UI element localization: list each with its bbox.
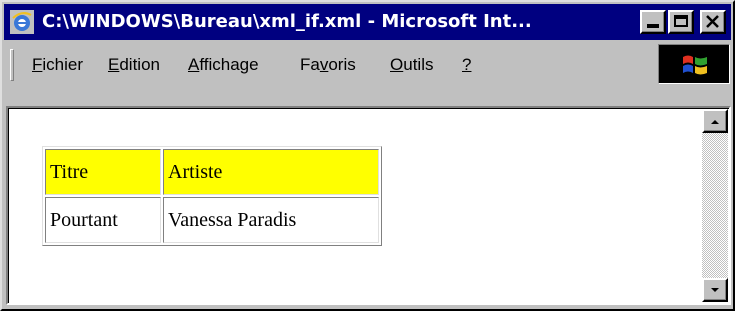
menu-label: utils — [403, 55, 434, 74]
header-cell-artiste: Artiste — [163, 149, 379, 195]
scroll-up-button[interactable] — [702, 109, 728, 133]
page-viewport: Titre Artiste Pourtant Vanessa Paradis — [9, 109, 701, 302]
menu-label: ffichage — [199, 55, 259, 74]
menu-label: oris — [328, 55, 356, 74]
header-cell-titre: Titre — [45, 149, 161, 195]
document-area: Titre Artiste Pourtant Vanessa Paradis — [6, 106, 731, 305]
minimize-icon — [647, 24, 659, 28]
close-button[interactable] — [700, 10, 726, 34]
menu-label: dition — [119, 55, 160, 74]
menu-fichier[interactable]: Fichier — [32, 52, 83, 78]
menu-edition[interactable]: Edition — [108, 52, 160, 78]
arrow-down-icon — [711, 288, 719, 292]
menu-label-pre: Fa — [300, 55, 320, 74]
table-row: Pourtant Vanessa Paradis — [45, 197, 379, 243]
maximize-button[interactable] — [668, 10, 694, 34]
arrow-up-icon — [711, 120, 719, 124]
cell-titre: Pourtant — [45, 197, 161, 243]
minimize-button[interactable] — [640, 10, 666, 34]
menu-accel: E — [108, 55, 120, 74]
menu-accel: ? — [462, 55, 472, 74]
window-title: C:\WINDOWS\Bureau\xml_if.xml - Microsoft… — [42, 11, 532, 32]
cell-artiste: Vanessa Paradis — [163, 197, 379, 243]
menu-help[interactable]: ? — [462, 52, 471, 78]
throbber — [658, 44, 730, 84]
close-icon — [706, 15, 719, 28]
title-bar[interactable]: C:\WINDOWS\Bureau\xml_if.xml - Microsoft… — [4, 4, 731, 40]
menu-accel: F — [32, 55, 43, 74]
scroll-down-button[interactable] — [702, 278, 728, 302]
menu-label: ichier — [42, 55, 84, 74]
table-header-row: Titre Artiste — [45, 149, 379, 195]
toolbar-grip[interactable] — [10, 49, 14, 81]
browser-window: C:\WINDOWS\Bureau\xml_if.xml - Microsoft… — [0, 0, 735, 311]
menu-accel: O — [390, 55, 404, 74]
menu-outils[interactable]: Outils — [390, 52, 433, 78]
maximize-icon — [674, 15, 688, 27]
internet-explorer-icon[interactable] — [10, 10, 34, 34]
menu-affichage[interactable]: Affichage — [188, 52, 259, 78]
menu-accel: A — [188, 55, 200, 74]
windows-logo-icon — [683, 55, 707, 75]
vertical-scrollbar[interactable] — [702, 109, 728, 302]
menu-bar: Fichier Edition Affichage Favoris Outils… — [4, 42, 731, 88]
xml-data-table: Titre Artiste Pourtant Vanessa Paradis — [42, 146, 382, 246]
menu-favoris[interactable]: Favoris — [300, 52, 356, 78]
